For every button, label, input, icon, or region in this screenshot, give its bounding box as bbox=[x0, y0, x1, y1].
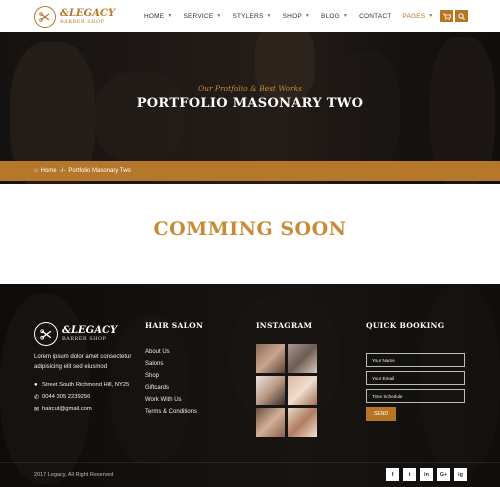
footer-link-work-with-us[interactable]: Work With Us bbox=[145, 394, 197, 406]
scissors-emblem-icon bbox=[34, 322, 58, 346]
footer-link-about-us[interactable]: About Us bbox=[145, 346, 197, 358]
facebook-icon[interactable]: f bbox=[386, 468, 399, 481]
footer-phone: 0044 305 2239256 bbox=[42, 394, 91, 400]
breadcrumb: ⌂ Home -/- Portfolio Masonary Two bbox=[34, 168, 134, 174]
page-title: PORTFOLIO MASONARY TWO bbox=[136, 96, 364, 111]
footer-link-salons[interactable]: Salons bbox=[145, 358, 197, 370]
hero-subtitle: Our Protfolio & Best Works bbox=[197, 84, 303, 93]
twitter-icon[interactable]: t bbox=[403, 468, 416, 481]
footer-bottom-bar: 2017 Legacy, All Right Reserved f t in G… bbox=[0, 462, 500, 487]
footer-contact: ● Street South Richmond Hill, NY25 ✆ 0044 … bbox=[34, 379, 129, 415]
instagram-photo[interactable] bbox=[288, 344, 317, 373]
menu-label: SERVICE bbox=[183, 12, 214, 20]
instagram-icon[interactable]: ig bbox=[454, 468, 467, 481]
time-schedule-field[interactable]: Time Schedule bbox=[366, 389, 465, 403]
booking-form: Your Name Your Email Time Schedule SEND bbox=[366, 353, 465, 421]
home-icon: ⌂ bbox=[34, 168, 38, 174]
social-links: f t in G+ ig bbox=[386, 468, 471, 481]
footer-address: Street South Richmond Hill, NY25 bbox=[42, 382, 130, 388]
footer-link-shop[interactable]: Shop bbox=[145, 370, 197, 382]
chevron-down-icon: ▼ bbox=[428, 13, 434, 19]
instagram-photo[interactable] bbox=[256, 344, 285, 373]
main-menu: HOME ▼ SERVICE ▼ STYLERS ▼ SHOP ▼ BLOG ▼ CONT… bbox=[144, 0, 444, 32]
breadcrumb-separator: -/- bbox=[59, 168, 66, 174]
menu-label: CONTACT bbox=[359, 12, 392, 20]
scissors-emblem-icon bbox=[34, 6, 56, 28]
footer-link-terms[interactable]: Terms & Conditions bbox=[145, 406, 197, 418]
top-navbar: &LEGACY BARBER SHOP HOME ▼ SERVICE ▼ STYLE… bbox=[0, 0, 500, 32]
email-field[interactable]: Your Email bbox=[366, 371, 465, 385]
menu-item-shop[interactable]: SHOP ▼ bbox=[283, 13, 310, 20]
menu-item-stylers[interactable]: STYLERS ▼ bbox=[232, 13, 271, 20]
breadcrumb-home[interactable]: Home bbox=[41, 168, 57, 174]
chevron-down-icon: ▼ bbox=[266, 13, 272, 19]
coming-soon-heading: COMMING SOON bbox=[153, 218, 347, 240]
footer-link-giftcards[interactable]: Giftcards bbox=[145, 382, 197, 394]
chevron-down-icon: ▼ bbox=[216, 13, 222, 19]
menu-item-pages[interactable]: PAGES ▼ bbox=[402, 13, 433, 20]
name-field[interactable]: Your Name bbox=[366, 353, 465, 367]
location-pin-icon: ● bbox=[34, 382, 38, 388]
menu-item-contact[interactable]: CONTACT bbox=[359, 13, 391, 20]
instagram-photo[interactable] bbox=[256, 408, 285, 437]
chevron-down-icon: ▼ bbox=[167, 13, 173, 19]
chevron-down-icon: ▼ bbox=[342, 13, 349, 19]
hair-salon-heading: HAIR SALON bbox=[145, 321, 204, 330]
instagram-grid bbox=[256, 344, 351, 440]
brand-name: &LEGACY bbox=[60, 8, 116, 19]
site-footer: &LEGACY BARBER SHOP Lorem ipsum dolor am… bbox=[0, 284, 500, 487]
hair-salon-links: About Us Salons Shop Giftcards Work With… bbox=[145, 346, 197, 418]
quick-booking-heading: QUICK BOOKING bbox=[366, 321, 445, 330]
menu-label: HOME bbox=[144, 12, 165, 20]
brand-tagline: BARBER SHOP bbox=[60, 19, 105, 25]
menu-item-service[interactable]: SERVICE ▼ bbox=[183, 13, 221, 20]
envelope-icon: ✉ bbox=[34, 406, 40, 413]
footer-email[interactable]: haircut@gmail.com bbox=[42, 406, 92, 412]
send-button[interactable]: SEND bbox=[366, 407, 396, 421]
phone-icon: ✆ bbox=[34, 394, 40, 401]
breadcrumb-bar: ⌂ Home -/- Portfolio Masonary Two bbox=[0, 161, 500, 181]
menu-label: PAGES bbox=[402, 12, 426, 20]
menu-label: BLOG bbox=[321, 12, 340, 20]
instagram-photo[interactable] bbox=[288, 408, 317, 437]
menu-item-home[interactable]: HOME ▼ bbox=[144, 13, 172, 20]
copyright-text: 2017 Legacy, All Right Reserved bbox=[34, 472, 114, 478]
menu-item-blog[interactable]: BLOG ▼ bbox=[321, 13, 348, 20]
instagram-photo[interactable] bbox=[288, 376, 317, 405]
instagram-photo[interactable] bbox=[256, 376, 285, 405]
menu-label: STYLERS bbox=[232, 12, 264, 20]
footer-brand-name: &LEGACY bbox=[62, 325, 118, 336]
google-plus-icon[interactable]: G+ bbox=[437, 468, 450, 481]
search-icon[interactable] bbox=[455, 10, 468, 22]
footer-about-text: Lorem ipsum dolor amet consectetur adipi… bbox=[34, 354, 132, 370]
site-logo[interactable]: &LEGACY BARBER SHOP bbox=[34, 6, 115, 28]
main-content: COMMING SOON bbox=[0, 184, 500, 284]
instagram-heading: INSTAGRAM bbox=[256, 321, 313, 330]
footer-brand-tagline: BARBER SHOP bbox=[62, 336, 107, 342]
linkedin-icon[interactable]: in bbox=[420, 468, 433, 481]
footer-logo[interactable]: &LEGACY BARBER SHOP bbox=[34, 322, 117, 346]
cart-icon[interactable] bbox=[440, 10, 453, 22]
menu-label: SHOP bbox=[282, 12, 302, 20]
breadcrumb-current: Portfolio Masonary Two bbox=[68, 168, 131, 174]
chevron-down-icon: ▼ bbox=[304, 13, 311, 19]
